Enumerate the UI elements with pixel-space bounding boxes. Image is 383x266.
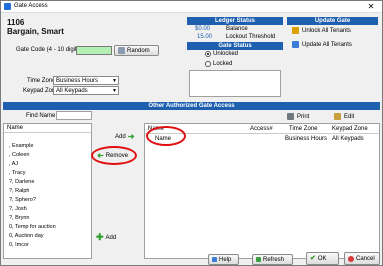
list-item[interactable]: ?, Darlene <box>9 179 34 185</box>
title-bar: Gate Access ✕ <box>1 1 382 13</box>
dice-icon <box>118 47 125 54</box>
list-item[interactable]: ?, Ralph <box>9 188 30 194</box>
balance-label: Balance <box>226 26 248 32</box>
unlocked-label: Unlocked <box>213 51 239 57</box>
find-name-label: Find Name <box>26 113 56 119</box>
update-icon <box>292 41 299 48</box>
balance-amount: $0.00 <box>195 26 211 32</box>
unlock-all-button[interactable]: Unlock All Tenants <box>302 28 351 34</box>
add-bottom-button[interactable]: ✚ Add <box>96 232 117 242</box>
grid-header-keypad-zone: Keypad Zone <box>332 126 368 132</box>
help-label: Help <box>219 256 232 263</box>
add-plus-icon: ✚ <box>96 232 104 242</box>
ok-button[interactable]: ✔ OK <box>306 252 339 265</box>
locked-label: Locked <box>213 61 233 67</box>
cancel-button[interactable]: Cancel <box>344 252 380 265</box>
grid-row-keypad-zone[interactable]: All Keypads <box>332 136 364 142</box>
random-button-label: Random <box>127 47 150 54</box>
refresh-icon <box>256 257 261 262</box>
ok-label: OK <box>317 255 327 262</box>
cancel-label: Cancel <box>356 255 375 262</box>
add-top-label: Add <box>115 133 126 140</box>
printer-icon <box>287 113 294 120</box>
add-top-button[interactable]: Add ➜ <box>115 132 135 141</box>
time-zone-select[interactable]: Business Hours ▼ <box>53 76 119 85</box>
tenant-list[interactable]: Name , Example , Coleen , AJ , Tracy ?, … <box>3 123 92 259</box>
update-gate-header: Update Gate <box>287 17 378 25</box>
grid-header-time-zone: Time Zone <box>289 126 318 132</box>
list-item[interactable]: ?, Josh <box>9 206 27 212</box>
unlock-icon <box>292 27 299 34</box>
app-icon <box>4 3 11 10</box>
cancel-icon <box>348 255 354 262</box>
lockout-label: Lockout Threshold <box>226 34 276 40</box>
edit-icon <box>334 113 341 120</box>
chevron-down-icon: ▼ <box>112 88 117 94</box>
edit-button[interactable]: Edit <box>344 114 354 120</box>
arrow-right-icon: ➜ <box>127 132 135 141</box>
keypad-zone-select[interactable]: All Keypads ▼ <box>53 86 119 95</box>
random-button[interactable]: Random <box>114 45 159 56</box>
annotation-circle-name <box>146 126 186 146</box>
gate-status-header: Gate Status <box>187 42 283 50</box>
list-item[interactable]: 0, Auction day <box>9 233 44 239</box>
list-item[interactable]: ?, Sphero? <box>9 197 36 203</box>
find-name-input[interactable] <box>56 111 92 120</box>
print-button[interactable]: Print <box>297 114 309 120</box>
unlocked-radio[interactable] <box>205 51 211 57</box>
list-item[interactable]: , AJ <box>9 161 18 167</box>
tenant-list-header: Name <box>4 124 91 133</box>
grid-header-access: Access# <box>250 126 273 132</box>
refresh-button[interactable]: Refresh <box>252 254 293 265</box>
add-bottom-label: Add <box>105 234 117 241</box>
time-zone-value: Business Hours <box>56 78 99 84</box>
gate-access-window: Gate Access ✕ 1106 Bargain, Smart Gate C… <box>0 0 383 266</box>
help-icon <box>212 257 217 262</box>
refresh-label: Refresh <box>263 256 285 263</box>
list-item[interactable]: ?, Brynn <box>9 215 29 221</box>
keypad-zone-value: All Keypads <box>56 88 88 94</box>
grid-row-time-zone[interactable]: Business Hours <box>285 136 327 142</box>
gate-code-label: Gate Code (4 - 10 digits) <box>16 47 82 53</box>
locked-radio[interactable] <box>205 61 211 67</box>
ledger-status-header: Ledger Status <box>187 17 283 25</box>
list-item[interactable]: 0, Imcor <box>9 242 29 248</box>
update-all-button[interactable]: Update All Tenants <box>302 42 352 48</box>
annotation-circle-remove <box>91 146 137 165</box>
list-item[interactable]: , Example <box>9 143 33 149</box>
other-access-header: Other Authorized Gate Access <box>3 102 380 110</box>
tenant-name: Bargain, Smart <box>7 27 64 36</box>
list-item[interactable]: , Coleen <box>9 152 30 158</box>
list-item[interactable]: 0, Temp for auction <box>9 224 56 230</box>
time-zone-label: Time Zone <box>27 78 56 84</box>
chevron-down-icon: ▼ <box>112 78 117 84</box>
close-icon[interactable]: ✕ <box>360 1 382 12</box>
lockout-amount: 15.00 <box>197 34 213 40</box>
gate-status-notes <box>189 70 281 97</box>
check-icon: ✔ <box>310 255 316 262</box>
list-item[interactable]: , Tracy <box>9 170 26 176</box>
window-title: Gate Access <box>14 3 48 9</box>
gate-code-input[interactable] <box>76 46 112 55</box>
tenant-id: 1106 <box>7 18 25 27</box>
help-button[interactable]: Help <box>208 254 239 265</box>
